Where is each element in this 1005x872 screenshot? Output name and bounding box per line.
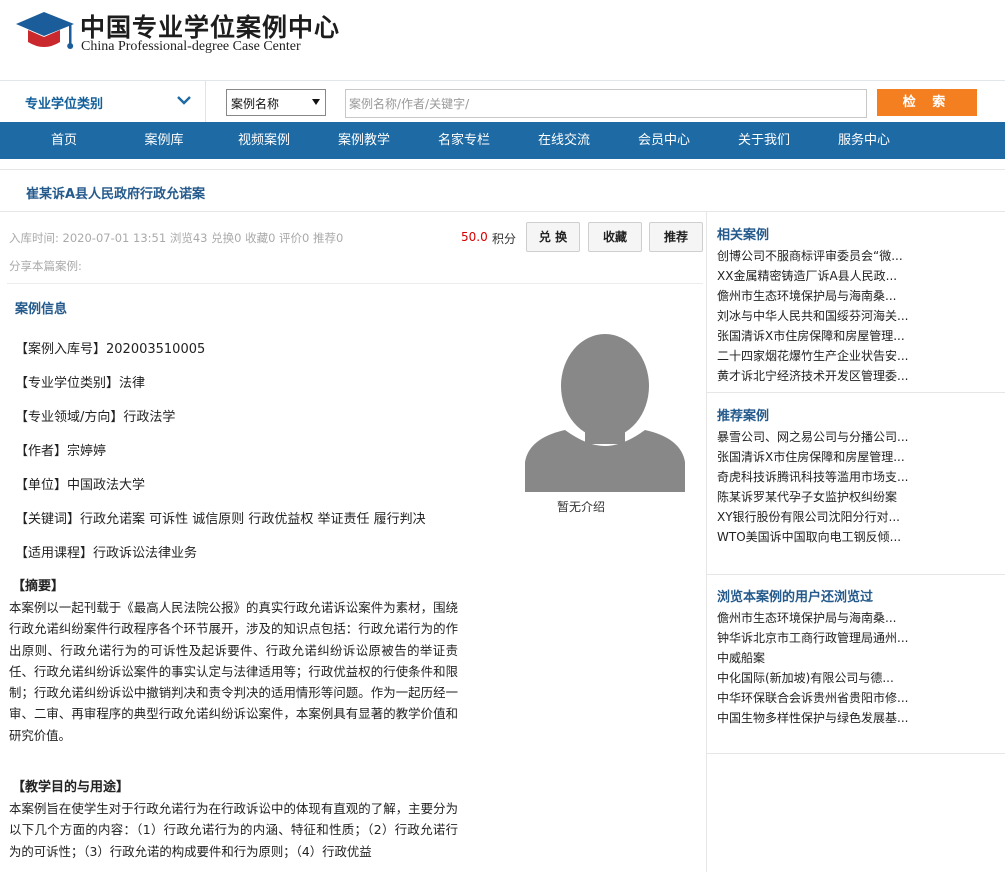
info-row-keywords: 【关键词】行政允诺案 可诉性 诚信原则 行政优益权 举证责任 履行判决 xyxy=(15,508,426,527)
info-row-course: 【适用课程】行政诉讼法律业务 xyxy=(15,542,197,561)
sidebar-divider xyxy=(707,753,1005,754)
nav-item-member-center[interactable]: 会员中心 xyxy=(619,122,709,159)
related-cases-title: 相关案例 xyxy=(717,228,770,243)
info-row-unit: 【单位】中国政法大学 xyxy=(15,474,145,493)
info-label: 【单位】 xyxy=(15,478,68,493)
nav-item-case-library[interactable]: 案例库 xyxy=(119,122,209,159)
recommend-button[interactable]: 推荐 xyxy=(649,222,703,252)
nav-item-case-teaching[interactable]: 案例教学 xyxy=(319,122,409,159)
site-header: 中国专业学位案例中心 China Professional-degree Cas… xyxy=(0,0,1005,80)
search-bar: 专业学位类别 案例名称 检 索 xyxy=(0,80,1005,123)
case-title: 崔某诉A县人民政府行政允诺案 xyxy=(26,187,206,202)
author-intro: 暂无介绍 xyxy=(557,500,606,514)
also-viewed-item[interactable]: 中威船案 xyxy=(717,650,927,666)
related-case-item[interactable]: 刘冰与中华人民共和国绥芬河海关... xyxy=(717,308,927,324)
chevron-down-icon xyxy=(177,96,191,105)
info-label: 【关键词】 xyxy=(15,512,81,527)
also-viewed-item[interactable]: 儋州市生态环境保护局与海南桑... xyxy=(717,610,927,626)
info-value: 宗婷婷 xyxy=(67,444,107,459)
case-meta: 入库时间: 2020-07-01 13:51 浏览43 兑换0 收藏0 评价0 … xyxy=(9,231,344,245)
related-case-item[interactable]: 二十四家烟花爆竹生产企业状告安... xyxy=(717,348,927,364)
info-label: 【案例入库号】 xyxy=(15,342,107,357)
info-row-field: 【专业领域/方向】行政法学 xyxy=(15,406,175,425)
recommended-case-item[interactable]: XY银行股份有限公司沈阳分行对... xyxy=(717,509,927,525)
search-button[interactable]: 检 索 xyxy=(877,89,977,116)
degree-category-dropdown[interactable]: 专业学位类别 xyxy=(0,81,206,123)
purpose-heading: 【教学目的与用途】 xyxy=(12,780,130,795)
sidebar-divider xyxy=(707,574,1005,575)
search-type-select[interactable]: 案例名称 xyxy=(226,89,326,116)
related-case-item[interactable]: 创博公司不服商标评审委员会“微... xyxy=(717,248,927,264)
also-viewed-item[interactable]: 钟华诉北京市工商行政管理局通州... xyxy=(717,630,927,646)
also-viewed-item[interactable]: 中化国际(新加坡)有限公司与德... xyxy=(717,670,927,686)
recommended-case-item[interactable]: 奇虎科技诉腾讯科技等滥用市场支... xyxy=(717,469,927,485)
related-case-item[interactable]: 张国清诉X市住房保障和房屋管理... xyxy=(717,328,927,344)
nav-item-home[interactable]: 首页 xyxy=(19,122,109,159)
case-info-title: 案例信息 xyxy=(15,302,68,317)
purpose-text: 本案例旨在使学生对于行政允诺行为在行政诉讼中的体现有直观的了解，主要分为以下几个… xyxy=(9,801,458,859)
score-value: 50.0 xyxy=(461,230,488,244)
divider xyxy=(7,283,703,284)
dropdown-arrow-icon xyxy=(312,99,320,105)
recommended-case-item[interactable]: WTO美国诉中国取向电工钢反倾... xyxy=(717,529,927,545)
related-case-item[interactable]: XX金属精密铸造厂诉A县人民政... xyxy=(717,268,927,284)
also-viewed-title: 浏览本案例的用户还浏览过 xyxy=(717,590,874,605)
info-label: 【专业学位类别】 xyxy=(15,376,120,391)
info-row-case-number: 【案例入库号】202003510005 xyxy=(15,338,205,357)
share-label: 分享本篇案例: xyxy=(9,259,82,273)
degree-category-label: 专业学位类别 xyxy=(25,97,104,112)
nav-item-video-cases[interactable]: 视频案例 xyxy=(219,122,309,159)
info-label: 【适用课程】 xyxy=(15,546,94,561)
also-viewed-item[interactable]: 中华环保联合会诉贵州省贵阳市修... xyxy=(717,690,927,706)
info-value: 法律 xyxy=(119,376,146,391)
score-unit: 积分 xyxy=(492,232,517,246)
collect-button[interactable]: 收藏 xyxy=(588,222,642,252)
site-name-en: China Professional-degree Case Center xyxy=(81,39,301,54)
abstract-heading: 【摘要】 xyxy=(12,579,65,594)
nav-item-service-center[interactable]: 服务中心 xyxy=(819,122,909,159)
search-type-value: 案例名称 xyxy=(231,97,280,111)
case-title-bar: 崔某诉A县人民政府行政允诺案 xyxy=(0,169,1005,212)
search-input[interactable] xyxy=(345,89,867,118)
related-case-item[interactable]: 儋州市生态环境保护局与海南桑... xyxy=(717,288,927,304)
recommended-case-item[interactable]: 张国清诉X市住房保障和房屋管理... xyxy=(717,449,927,465)
nav-item-about-us[interactable]: 关于我们 xyxy=(719,122,809,159)
info-value: 行政允诺案 可诉性 诚信原则 行政优益权 举证责任 履行判决 xyxy=(80,512,426,527)
also-viewed-item[interactable]: 中国生物多样性保护与绿色发展基... xyxy=(717,710,927,726)
recommended-case-item[interactable]: 陈某诉罗某代孕子女监护权纠纷案 xyxy=(717,489,927,505)
nav-item-online-exchange[interactable]: 在线交流 xyxy=(519,122,609,159)
recommended-cases-title: 推荐案例 xyxy=(717,409,770,424)
main-nav: 首页 案例库 视频案例 案例教学 名家专栏 在线交流 会员中心 关于我们 服务中… xyxy=(0,122,1005,159)
recommended-case-item[interactable]: 暴雪公司、网之易公司与分播公司... xyxy=(717,429,927,445)
info-label: 【专业领域/方向】 xyxy=(15,410,124,425)
info-value: 202003510005 xyxy=(106,342,206,357)
exchange-button[interactable]: 兑 换 xyxy=(526,222,580,252)
related-case-item[interactable]: 黄才诉北宁经济技术开发区管理委... xyxy=(717,368,927,384)
nav-item-expert-column[interactable]: 名家专栏 xyxy=(419,122,509,159)
info-value: 行政诉讼法律业务 xyxy=(93,546,198,561)
author-avatar xyxy=(525,328,685,492)
info-label: 【作者】 xyxy=(15,444,68,459)
info-value: 行政法学 xyxy=(123,410,176,425)
graduation-cap-icon[interactable] xyxy=(14,10,76,56)
info-value: 中国政法大学 xyxy=(67,478,146,493)
abstract-text: 本案例以一起刊载于《最高人民法院公报》的真实行政允诺诉讼案件为素材，围绕行政允诺… xyxy=(9,600,458,743)
sidebar-divider xyxy=(707,392,1005,393)
sidebar: 相关案例 创博公司不服商标评审委员会“微... XX金属精密铸造厂诉A县人民政.… xyxy=(706,212,1005,872)
info-row-author: 【作者】宗婷婷 xyxy=(15,440,106,459)
info-row-degree-category: 【专业学位类别】法律 xyxy=(15,372,145,391)
